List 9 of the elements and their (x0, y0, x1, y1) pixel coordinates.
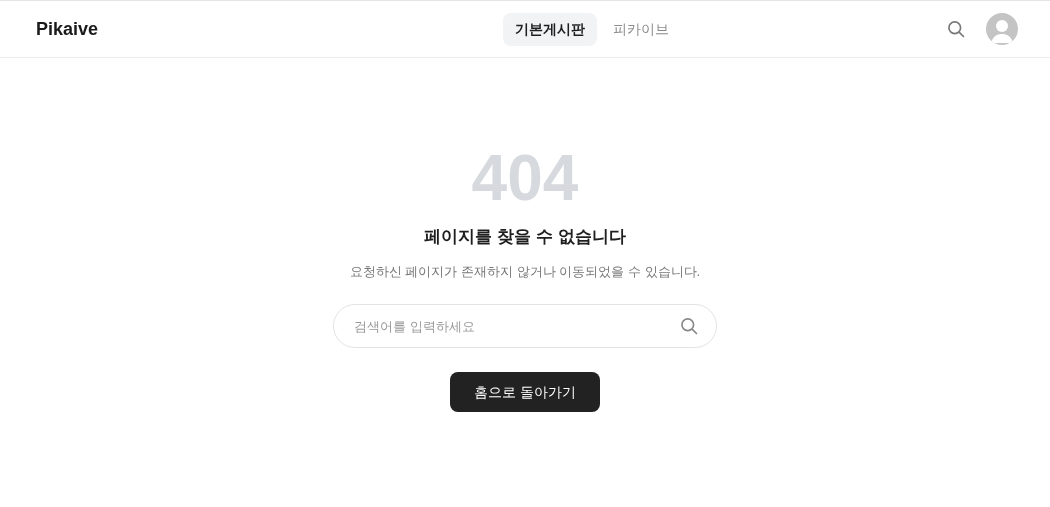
logo[interactable]: Pikaive (36, 15, 156, 43)
search-button[interactable] (946, 19, 966, 39)
home-button[interactable]: 홈으로 돌아가기 (450, 372, 600, 412)
search-icon (946, 19, 966, 39)
search-field[interactable]: 검색어를 입력하세요 (333, 304, 717, 348)
nav-tab[interactable]: 기본게시판 (503, 12, 597, 46)
error-title: 페이지를 찾을 수 없습니다 (424, 226, 626, 248)
search-icon (679, 316, 699, 336)
error-message: 요청하신 페이지가 존재하지 않거나 이동되었을 수 있습니다. (349, 262, 701, 281)
